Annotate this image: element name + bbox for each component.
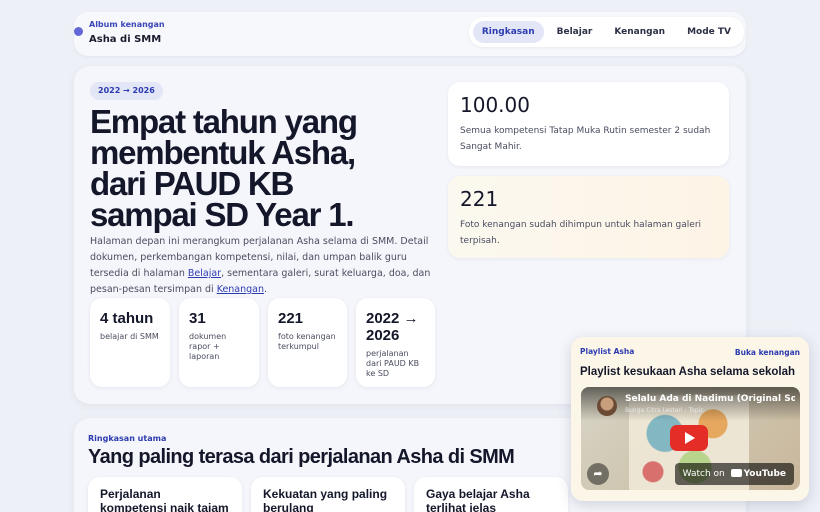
video-title[interactable]: Selalu Ada di Nadimu (Original Soun (625, 394, 795, 404)
metric-card-photos: 221 Foto kenangan sudah dihimpun untuk h… (448, 176, 729, 258)
playlist-subtitle: Playlist Asha (580, 347, 635, 356)
summary-card: Kekuatan yang paling berulang (251, 477, 405, 512)
kenangan-link[interactable]: Kenangan (217, 284, 264, 295)
stat-label: foto kenangan terkumpul (278, 332, 336, 351)
stat-card-journey: 2022 → 2026 perjalanan dari PAUD KB ke S… (356, 298, 435, 387)
youtube-logo-icon: YouTube (728, 469, 786, 479)
hero-title: Empat tahun yang membentuk Asha, dari PA… (90, 103, 358, 233)
hero-desc-text-3: . (264, 284, 268, 295)
metric-description: Foto kenangan sudah dihimpun untuk halam… (460, 220, 702, 246)
metric-value: 221 (460, 187, 499, 211)
share-icon[interactable]: ➦ (587, 463, 609, 485)
playlist-title: Playlist kesukaan Asha selama sekolah (580, 366, 796, 378)
album-title: Asha di SMM (89, 34, 162, 45)
brand-dot-icon (74, 27, 83, 36)
open-memories-link[interactable]: Buka kenangan (735, 348, 800, 357)
main-nav: Ringkasan Belajar Kenangan Mode TV (468, 17, 744, 47)
video-channel: Bunga Citra Lestari - Topic (625, 407, 704, 414)
tab-mode-tv[interactable]: Mode TV (678, 21, 740, 43)
tab-ringkasan[interactable]: Ringkasan (472, 21, 544, 43)
stat-label: belajar di SMM (100, 332, 159, 341)
summary-card: Perjalanan kompetensi naik tajam (88, 477, 242, 512)
stat-label: perjalanan dari PAUD KB ke SD (366, 349, 420, 378)
top-header: Album kenangan Asha di SMM Ringkasan Bel… (74, 12, 746, 56)
hero-description: Halaman depan ini merangkum perjalanan A… (90, 234, 435, 298)
summary-card: Gaya belajar Asha terlihat jelas (414, 477, 568, 512)
channel-avatar[interactable] (597, 396, 617, 416)
watch-on-youtube-button[interactable]: Watch on YouTube (674, 463, 794, 485)
playlist-panel: Playlist Asha Buka kenangan Playlist kes… (571, 337, 809, 501)
stat-card-years: 4 tahun belajar di SMM (90, 298, 170, 387)
youtube-embed[interactable]: Selalu Ada di Nadimu (Original Soun Bung… (581, 387, 800, 490)
year-range-badge: 2022 → 2026 (90, 82, 163, 100)
stat-value: 4 tahun (100, 310, 154, 327)
metric-card-competency: 100.00 Semua kompetensi Tatap Muka Rutin… (448, 82, 729, 166)
metric-description: Semua kompetensi Tatap Muka Rutin semest… (460, 126, 711, 152)
stat-value: 2022 → 2026 (366, 310, 419, 344)
album-subtitle: Album kenangan (89, 20, 165, 29)
stat-card-documents: 31 dokumen rapor + laporan (179, 298, 259, 387)
summary-title: Yang paling terasa dari perjalanan Asha … (88, 446, 515, 468)
watch-on-label: Watch on (682, 469, 725, 479)
play-icon[interactable] (670, 425, 708, 451)
stat-value: 221 (278, 310, 304, 327)
belajar-link[interactable]: Belajar (188, 268, 221, 279)
stat-label: dokumen rapor + laporan (189, 332, 227, 361)
tab-belajar[interactable]: Belajar (548, 21, 602, 43)
summary-subtitle: Ringkasan utama (88, 434, 167, 443)
stat-value: 31 (189, 310, 206, 327)
tab-kenangan[interactable]: Kenangan (605, 21, 674, 43)
metric-value: 100.00 (460, 93, 530, 117)
stat-card-photos: 221 foto kenangan terkumpul (268, 298, 347, 387)
